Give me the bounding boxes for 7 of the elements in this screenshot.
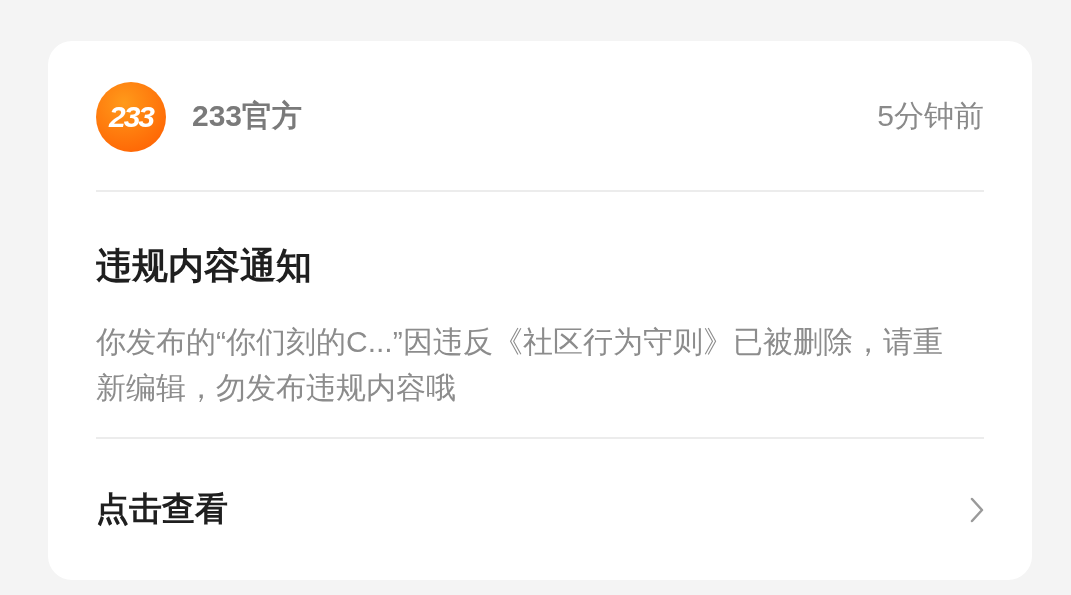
chevron-right-icon: [970, 496, 984, 523]
notice-body: 你发布的“你们刻的C...”因违反《社区行为守则》已被删除，请重新编辑，勿发布违规内容哦: [96, 324, 944, 406]
sender-name: 233官方: [192, 98, 304, 134]
timestamp: 5分钟前: [877, 98, 984, 134]
view-link[interactable]: 点击查看: [96, 439, 984, 580]
notice-title: 违规内容通知: [96, 244, 313, 288]
logo-icon: 233: [96, 81, 166, 152]
